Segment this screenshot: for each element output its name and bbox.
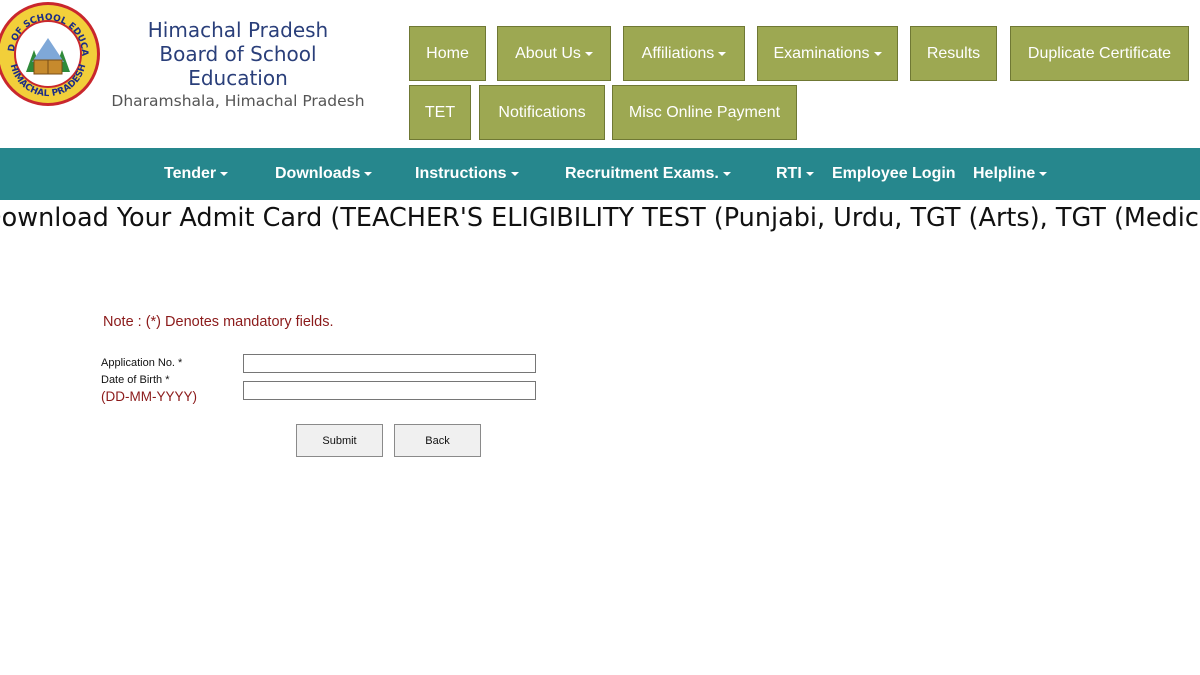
chevron-down-icon	[584, 51, 593, 56]
submit-button[interactable]: Submit	[296, 424, 383, 457]
back-button[interactable]: Back	[394, 424, 481, 457]
subnav-employee-login[interactable]: Employee Login	[832, 148, 956, 200]
chevron-down-icon	[220, 171, 229, 176]
nav-duplicate-certificate[interactable]: Duplicate Certificate	[1010, 26, 1189, 81]
nav-examinations[interactable]: Examinations	[757, 26, 898, 81]
marquee-headline: Download Your Admit Card (TEACHER'S ELIG…	[0, 201, 1200, 237]
subnav-tender[interactable]: Tender	[164, 148, 229, 200]
nav-misc-online-payment[interactable]: Misc Online Payment	[612, 85, 797, 140]
subnav-helpline[interactable]: Helpline	[973, 148, 1048, 200]
subnav-rti[interactable]: RTI	[776, 148, 814, 200]
nav-results[interactable]: Results	[910, 26, 997, 81]
dob-input[interactable]	[243, 381, 536, 400]
subnav-recruitment-exams[interactable]: Recruitment Exams.	[565, 148, 731, 200]
chevron-down-icon	[718, 51, 727, 56]
dob-format-hint: (DD-MM-YYYY)	[101, 389, 197, 404]
hpbose-logo[interactable]: BOARD OF SCHOOL EDUCATION HIMACHAL PRADE…	[0, 0, 102, 108]
dob-label: Date of Birth *	[101, 374, 170, 386]
mandatory-note: Note : (*) Denotes mandatory fields.	[103, 314, 334, 330]
page-title: Download Your Admit Card (TEACHER'S ELIG…	[0, 203, 1200, 233]
brand-line-1: Himachal Pradesh	[147, 18, 329, 42]
chevron-down-icon	[510, 171, 519, 176]
brand-line-3: Dharamshala, Himachal Pradesh	[111, 92, 365, 110]
nav-about-us[interactable]: About Us	[497, 26, 611, 81]
nav-notifications[interactable]: Notifications	[479, 85, 605, 140]
chevron-down-icon	[805, 171, 814, 176]
chevron-down-icon	[722, 171, 731, 176]
chevron-down-icon	[1039, 171, 1048, 176]
subnav-downloads[interactable]: Downloads	[275, 148, 373, 200]
subnav-instructions[interactable]: Instructions	[415, 148, 519, 200]
nav-home[interactable]: Home	[409, 26, 486, 81]
nav-affiliations[interactable]: Affiliations	[623, 26, 745, 81]
chevron-down-icon	[364, 171, 373, 176]
brand-line-2: Board of School Education	[159, 42, 317, 90]
brand-block: Himachal Pradesh Board of School Educati…	[108, 18, 368, 112]
nav-tet[interactable]: TET	[409, 85, 471, 140]
application-no-input[interactable]	[243, 354, 536, 373]
chevron-down-icon	[873, 51, 882, 56]
application-no-label: Application No. *	[101, 357, 183, 369]
